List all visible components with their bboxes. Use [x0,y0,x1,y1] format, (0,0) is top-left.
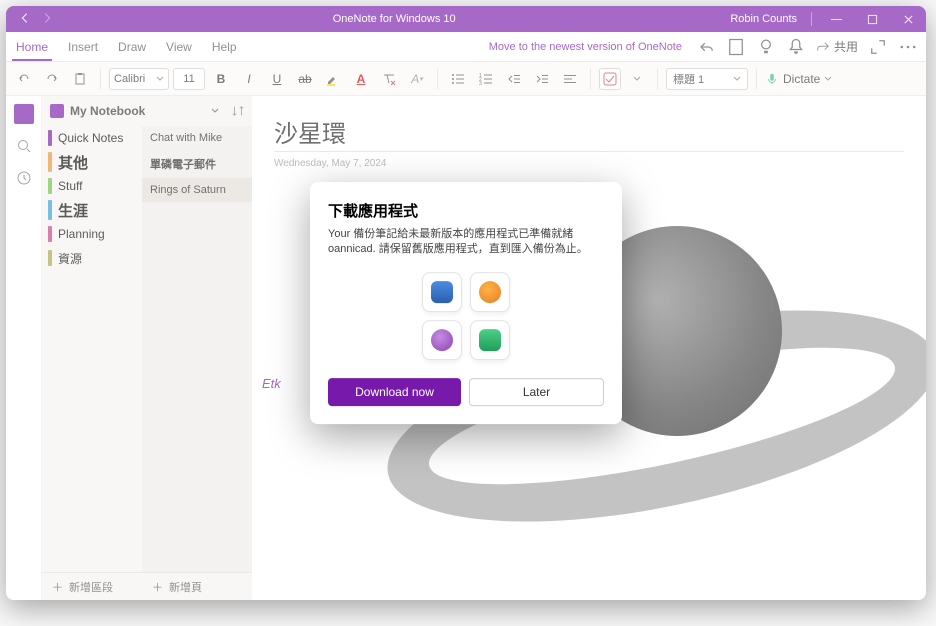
dialog-body: Your 備份筆記給未最新版本的應用程式已準備就緒 oannicad. 請保留舊… [328,227,604,258]
section-resources[interactable]: 資源 [42,246,142,270]
share-button[interactable]: 共用 [816,38,858,55]
later-button[interactable]: Later [469,378,604,406]
page-rings-saturn[interactable]: Rings of Saturn [142,178,252,202]
notebook-picker[interactable]: My Notebook [42,96,228,126]
page-icon[interactable] [726,37,746,57]
left-rail [6,96,42,600]
undo-button[interactable] [12,67,36,91]
font-size-select[interactable]: 11 [173,68,205,90]
user-name[interactable]: Robin Counts [722,13,805,25]
page-chat-mike[interactable]: Chat with Mike [142,126,252,150]
underline-button[interactable]: U [265,67,289,91]
italic-button[interactable]: I [237,67,261,91]
search-icon[interactable] [14,136,34,156]
lightbulb-icon[interactable] [756,37,776,57]
onenote-icon[interactable] [14,104,34,124]
tab-view[interactable]: View [156,32,202,61]
format-painter-button[interactable]: A▾ [405,67,429,91]
forward-button[interactable] [40,11,54,28]
redo-button[interactable] [40,67,64,91]
titlebar: OneNote for Windows 10 Robin Counts [6,6,926,32]
section-other[interactable]: 其他 [42,150,142,174]
etk-label: Etk [262,376,281,391]
strike-button[interactable]: ab [293,67,317,91]
todo-tag-button[interactable] [599,68,621,90]
notebook-icon [50,104,64,118]
page-title[interactable]: 沙星環 [252,96,926,151]
section-career[interactable]: 生涯 [42,198,142,222]
svg-text:3: 3 [479,81,482,87]
menubar: Home Insert Draw View Help Move to the n… [6,32,926,62]
indent-button[interactable] [530,67,554,91]
bold-button[interactable]: B [209,67,233,91]
app-icons [328,272,604,360]
sections-list: Quick Notes 其他 Stuff 生涯 Planning 資源 [42,126,142,572]
powerpoint-icon [470,272,510,312]
notebook-panel: My Notebook Quick Notes 其他 Stuff 生涯 Plan… [42,96,252,600]
heading-style-select[interactable]: 標題 1 [666,68,748,90]
onenote-icon [422,320,462,360]
move-newest-link[interactable]: Move to the newest version of OneNote [489,41,686,53]
outdent-button[interactable] [502,67,526,91]
font-color-button[interactable]: A [349,67,373,91]
section-quick-notes[interactable]: Quick Notes [42,126,142,150]
maximize-button[interactable] [854,6,890,32]
tab-help[interactable]: Help [202,32,247,61]
tab-insert[interactable]: Insert [58,32,108,61]
download-dialog: 下載應用程式 Your 備份筆記給未最新版本的應用程式已準備就緒 oannica… [310,182,622,424]
recent-icon[interactable] [14,168,34,188]
excel-icon [470,320,510,360]
bullets-button[interactable] [446,67,470,91]
sort-button[interactable] [228,104,248,118]
align-button[interactable] [558,67,582,91]
minimize-button[interactable] [818,6,854,32]
download-now-button[interactable]: Download now [328,378,461,406]
bell-icon[interactable] [786,37,806,57]
notebook-name: My Notebook [70,104,145,118]
dictate-button[interactable]: Dictate [765,72,832,86]
ribbon-toolbar: Calibri 11 B I U ab A A▾ 123 標題 1 Dictat… [6,62,926,96]
clear-format-button[interactable] [377,67,401,91]
close-button[interactable] [890,6,926,32]
add-section-button[interactable]: ＋新增區段 [42,572,142,600]
app-title: OneNote for Windows 10 [66,13,722,25]
word-icon [422,272,462,312]
numbering-button[interactable]: 123 [474,67,498,91]
section-stuff[interactable]: Stuff [42,174,142,198]
fullscreen-icon[interactable] [868,37,888,57]
page-email[interactable]: 單磷電子郵件 [142,150,252,178]
tab-home[interactable]: Home [6,32,58,61]
enter-icon[interactable] [696,37,716,57]
clipboard-button[interactable] [68,67,92,91]
section-planning[interactable]: Planning [42,222,142,246]
dialog-title: 下載應用程式 [328,200,604,221]
back-button[interactable] [18,11,32,28]
more-icon[interactable] [898,37,918,57]
pages-list: Chat with Mike 單磷電子郵件 Rings of Saturn [142,126,252,572]
highlight-button[interactable] [321,67,345,91]
tags-dropdown[interactable] [625,67,649,91]
tab-draw[interactable]: Draw [108,32,156,61]
font-name-select[interactable]: Calibri [109,68,169,90]
add-page-button[interactable]: ＋新增頁 [142,572,252,600]
